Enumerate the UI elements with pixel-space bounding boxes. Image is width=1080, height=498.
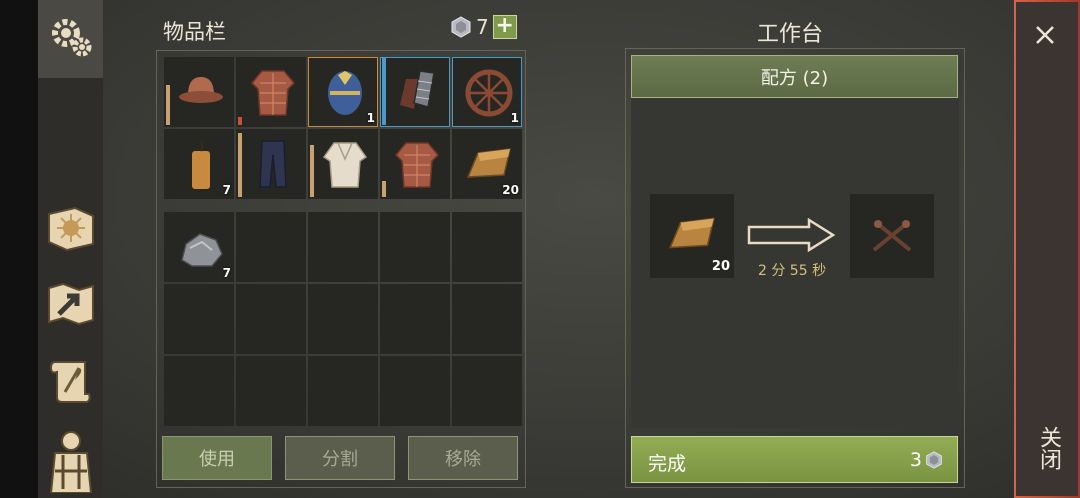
left-edge xyxy=(0,0,38,498)
close-label[interactable]: 关闭 xyxy=(1032,426,1064,470)
candle-icon xyxy=(192,140,210,189)
inventory-slot-empty[interactable] xyxy=(308,356,378,426)
gem-icon xyxy=(451,16,471,38)
inventory-slot-empty[interactable] xyxy=(452,356,522,426)
inventory-slot-empty[interactable] xyxy=(380,356,450,426)
durability-bar xyxy=(310,145,314,197)
durability-bar xyxy=(238,133,242,197)
gem-counter: 7 + xyxy=(450,15,517,39)
split-button[interactable]: 分割 xyxy=(285,436,395,480)
inventory-slot-empty[interactable] xyxy=(164,356,234,426)
crafting-book-icon[interactable] xyxy=(45,202,97,254)
nails-icon xyxy=(872,220,912,252)
use-button[interactable]: 使用 xyxy=(162,436,272,480)
inventory-slot-stone[interactable]: 7 xyxy=(164,212,234,282)
wooden-wheel-icon xyxy=(465,69,513,117)
complete-button[interactable]: 完成 3 xyxy=(631,436,958,483)
slot-quantity: 1 xyxy=(510,111,519,125)
inventory-slot-empty[interactable] xyxy=(380,212,450,282)
helmet-icon xyxy=(179,77,223,103)
inventory-slot-empty[interactable] xyxy=(236,356,306,426)
complete-cost: 3 xyxy=(910,449,943,471)
close-panel-inner: 关闭 xyxy=(1016,2,1078,496)
inventory-slot-empty[interactable] xyxy=(236,212,306,282)
slot-quantity: 1 xyxy=(366,111,375,125)
inventory-slot-armored-gloves[interactable] xyxy=(380,57,450,127)
durability-bar xyxy=(382,57,386,125)
copper-ingot-icon xyxy=(669,217,715,249)
inventory-slot-empty[interactable] xyxy=(380,284,450,354)
inventory-slot-pants[interactable] xyxy=(236,129,306,199)
white-shirt-icon xyxy=(322,142,368,188)
padded-jacket-icon xyxy=(394,142,440,188)
close-icon[interactable] xyxy=(1030,20,1060,50)
gem-count-value: 7 xyxy=(476,15,489,39)
input-quantity: 20 xyxy=(711,259,730,274)
inventory-slot-empty[interactable] xyxy=(236,284,306,354)
durability-bar xyxy=(382,181,386,197)
inventory-slot-padded-jacket[interactable] xyxy=(236,57,306,127)
character-backpack-icon[interactable] xyxy=(45,428,97,494)
inventory-slot-empty[interactable] xyxy=(308,212,378,282)
inventory-slot-empty[interactable] xyxy=(308,284,378,354)
armored-gloves-icon xyxy=(400,70,435,109)
easter-egg-icon xyxy=(328,71,362,115)
settings-gear-icon[interactable] xyxy=(45,12,97,64)
complete-cost-value: 3 xyxy=(909,449,922,471)
inventory-slot-empty[interactable] xyxy=(452,212,522,282)
inventory-slot-empty[interactable] xyxy=(164,284,234,354)
slot-quantity: 7 xyxy=(222,266,231,280)
remove-button[interactable]: 移除 xyxy=(408,436,518,480)
slot-quantity: 7 xyxy=(222,183,231,197)
scroll-quill-icon[interactable] xyxy=(45,354,97,406)
craft-timer: 2 分 55 秒 xyxy=(758,263,827,279)
craft-input-slot[interactable]: 20 xyxy=(650,194,734,278)
workbench-title: 工作台 xyxy=(757,22,824,47)
complete-label: 完成 xyxy=(648,453,687,475)
pants-icon xyxy=(259,140,287,188)
inventory-slot-candle[interactable]: 7 xyxy=(164,129,234,199)
inventory-slot-white-shirt[interactable] xyxy=(308,129,378,199)
craft-arrow-icon xyxy=(745,217,837,256)
inventory-slot-empty[interactable] xyxy=(452,284,522,354)
durability-bar xyxy=(238,117,242,125)
close-panel[interactable]: 关闭 xyxy=(1014,0,1080,498)
add-gems-button[interactable]: + xyxy=(492,15,517,39)
durability-bar xyxy=(166,85,170,125)
recipes-button[interactable]: 配方 (2) xyxy=(631,55,958,98)
inventory-slot-padded-jacket-2[interactable] xyxy=(380,129,450,199)
gem-icon xyxy=(926,451,942,469)
inventory-slot-wooden-wheel[interactable]: 1 xyxy=(452,57,522,127)
inventory-slot-helmet[interactable] xyxy=(164,57,234,127)
inventory-action-buttons: 使用 分割 移除 xyxy=(162,436,518,480)
padded-jacket-icon xyxy=(250,70,296,116)
map-icon[interactable] xyxy=(45,278,97,330)
inventory-slot-copper-ingot[interactable]: 20 xyxy=(452,129,522,199)
slot-quantity: 20 xyxy=(502,183,519,197)
sidebar xyxy=(38,0,103,498)
inventory-slot-easter-egg[interactable]: 1 xyxy=(308,57,378,127)
craft-output-slot[interactable] xyxy=(850,194,934,278)
inventory-title: 物品栏 xyxy=(163,20,226,44)
stone-icon xyxy=(181,233,223,267)
